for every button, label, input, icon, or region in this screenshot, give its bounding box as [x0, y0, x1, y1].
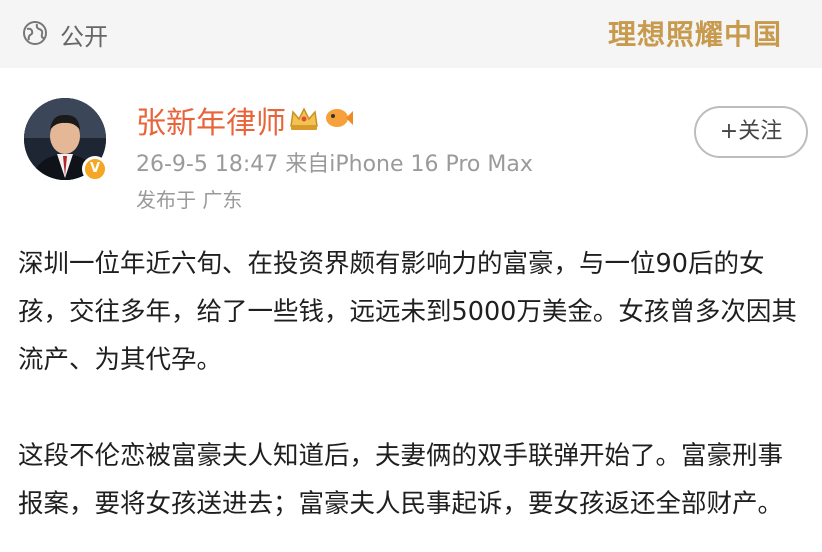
fish-icon	[326, 109, 353, 127]
slogan-banner: 理想照耀中国	[607, 18, 782, 51]
globe-icon	[23, 21, 47, 45]
visibility-label: 公开	[60, 23, 108, 51]
post-body: 深圳一位年近六旬、在投资界颇有影响力的富豪，与一位90后的女孩，交往多年，给了一…	[18, 240, 808, 552]
post-paragraph: 这段不伦恋被富豪夫人知道后，夫妻俩的双手联弹开始了。富豪刑事报案，要将女孩送进去…	[18, 441, 784, 519]
follow-button[interactable]: +关注	[694, 106, 808, 158]
post-meta: 26-9-5 18:47 来自iPhone 16 Pro Max	[136, 152, 533, 177]
crown-icon	[290, 107, 318, 130]
visibility-bar: 公开 理想照耀中国	[0, 0, 822, 68]
author-name[interactable]: 张新年律师	[136, 98, 286, 142]
post-paragraph: 深圳一位年近六旬、在投资界颇有影响力的富豪，与一位90后的女孩，交往多年，给了一…	[18, 249, 797, 375]
verified-badge: V	[82, 156, 108, 182]
post-location: 发布于 广东	[136, 188, 243, 212]
